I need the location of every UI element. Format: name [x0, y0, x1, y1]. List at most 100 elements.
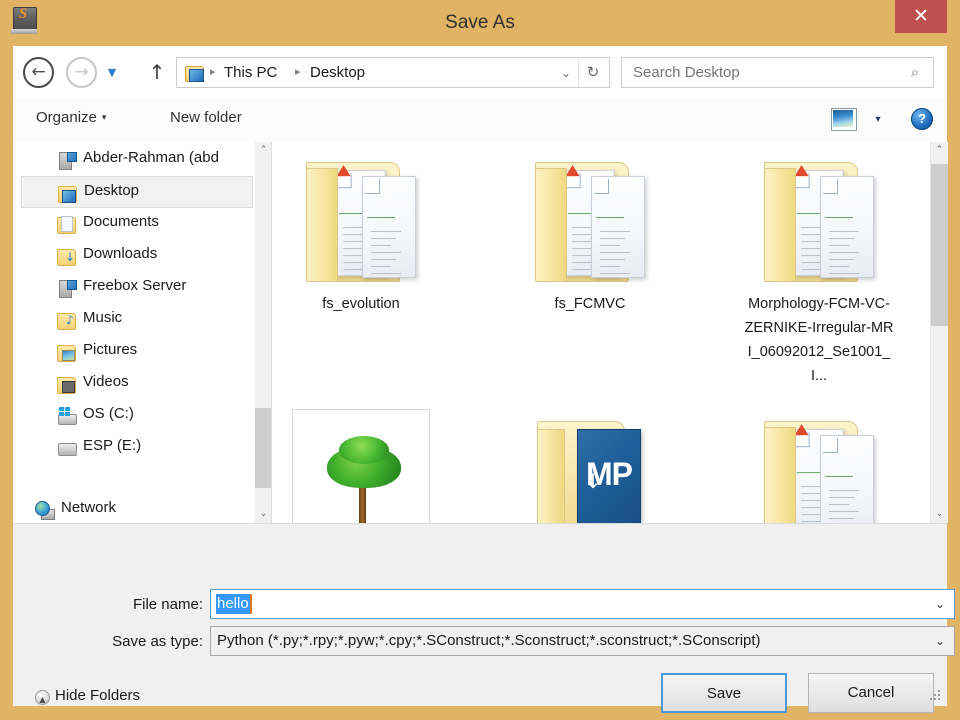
- title-bar[interactable]: S Save As ✕: [0, 0, 960, 46]
- sidebar-item-label: OS (C:): [83, 405, 134, 422]
- refresh-icon[interactable]: ↻: [578, 59, 607, 86]
- documents-folder-icon: [57, 215, 76, 234]
- browser-body: Abder-Rahman (abd Desktop Documents ↓ Downlo…: [13, 142, 948, 523]
- network-icon: [35, 501, 55, 520]
- sidebar-item-network[interactable]: Network: [21, 494, 253, 523]
- save-button[interactable]: Save: [661, 673, 787, 713]
- scrollbar-thumb[interactable]: [255, 408, 272, 488]
- sidebar-item-label: Desktop: [84, 182, 140, 199]
- search-input[interactable]: [631, 63, 895, 82]
- save-as-type-value: Python (*.py;*.rpy;*.pyw;*.cpy;*.SConstr…: [217, 632, 761, 649]
- close-icon: ✕: [913, 5, 929, 27]
- sidebar-item-videos[interactable]: Videos: [21, 368, 253, 400]
- file-item-icon: [286, 144, 436, 292]
- sidebar-item-pictures[interactable]: Pictures: [21, 336, 253, 368]
- scroll-down-button[interactable]: ⌄: [255, 506, 272, 523]
- chevron-down-icon[interactable]: ⌄: [557, 64, 575, 82]
- sidebar-item-freebox-server[interactable]: Freebox Server: [21, 272, 253, 304]
- navigation-sidebar: Abder-Rahman (abd Desktop Documents ↓ Downlo…: [13, 142, 254, 523]
- music-folder-icon: ♪: [57, 311, 76, 330]
- collapse-icon: ▲: [35, 690, 50, 705]
- file-list-item[interactable]: fs_FCMVC: [515, 144, 665, 316]
- videos-folder-icon: [57, 375, 76, 394]
- media-server-icon: [57, 279, 77, 298]
- sidebar-item-label: Downloads: [83, 245, 158, 262]
- file-name-label: File name:: [132, 596, 203, 613]
- arrow-left-icon: ←: [31, 62, 46, 82]
- help-glyph: ?: [918, 111, 926, 126]
- sidebar-item-documents[interactable]: Documents: [21, 208, 253, 240]
- file-item-icon: [744, 403, 894, 523]
- sidebar-item-esp-e[interactable]: ESP (E:): [21, 432, 253, 464]
- save-as-type-select[interactable]: Python (*.py;*.rpy;*.pyw;*.cpy;*.SConstr…: [210, 626, 955, 656]
- sidebar-item-label: Documents: [83, 213, 159, 230]
- sidebar-item-label: Pictures: [83, 341, 138, 358]
- close-button[interactable]: ✕: [895, 0, 947, 33]
- organize-button[interactable]: Organize ▾: [36, 109, 106, 131]
- file-item-label: fs_FCMVC: [554, 296, 626, 312]
- sidebar-item-abder-rahman-abd[interactable]: Abder-Rahman (abd: [21, 144, 253, 176]
- up-one-level-button[interactable]: ↑: [144, 59, 170, 86]
- sidebar-item-os-c[interactable]: OS (C:): [21, 400, 253, 432]
- chevron-down-icon[interactable]: ▾: [871, 115, 885, 125]
- file-list-item[interactable]: [744, 403, 894, 523]
- sidebar-item-label: Videos: [83, 373, 129, 390]
- file-list-scrollbar[interactable]: ⌃ ⌄: [930, 142, 948, 523]
- desktop-folder-icon: [58, 184, 77, 203]
- file-list-item[interactable]: Morphology-FCM-VC-ZERNIKE-Irregular-MRI_…: [744, 144, 894, 388]
- save-form-area: File name: hello ⌄ Save as type: Python …: [13, 523, 955, 713]
- back-button[interactable]: ←: [23, 57, 54, 88]
- search-icon[interactable]: ⌕: [905, 62, 925, 83]
- file-item-icon: [286, 403, 436, 523]
- search-box[interactable]: ⌕: [621, 57, 934, 88]
- navigation-bar: ← → ▼ ↑ ▸ This PC ▸ Desktop ⌄ ↻ Search D…: [13, 46, 947, 99]
- pictures-folder-icon: [57, 343, 76, 362]
- file-list-item[interactable]: MP ↓: [515, 403, 665, 523]
- resize-grip[interactable]: [929, 689, 943, 703]
- file-name-value: hello: [216, 594, 250, 614]
- text-caret: [250, 594, 252, 614]
- file-item-icon: MP ↓: [515, 403, 665, 523]
- xampp-folder-icon: MP ↓: [533, 417, 649, 523]
- sidebar-item-label: Network: [61, 499, 117, 516]
- document-folder-icon: [533, 156, 649, 282]
- sidebar-item-label: ESP (E:): [83, 437, 142, 454]
- sidebar-item-downloads[interactable]: ↓ Downloads: [21, 240, 253, 272]
- file-item-label: fs_evolution: [322, 296, 400, 312]
- cancel-button[interactable]: Cancel: [808, 673, 934, 713]
- save-as-dialog-window: S Save As ✕ ← → ▼ ↑ ▸ This PC ▸ Desktop …: [0, 0, 960, 720]
- scroll-down-button[interactable]: ⌄: [931, 506, 948, 523]
- file-list-view[interactable]: fs_evolution fs_FCMVC Morphology-FCM-VC-ZE…: [272, 142, 930, 523]
- file-list-item[interactable]: [286, 403, 436, 523]
- arrow-right-icon: →: [74, 62, 89, 82]
- sidebar-item-label: Music: [83, 309, 123, 326]
- sidebar-item-label: Freebox Server: [83, 277, 187, 294]
- scroll-up-button[interactable]: ⌃: [255, 142, 272, 159]
- hide-folders-label: Hide Folders: [55, 687, 141, 704]
- chevron-down-icon[interactable]: ⌄: [930, 594, 950, 614]
- breadcrumb-item-desktop[interactable]: Desktop: [310, 64, 365, 81]
- help-icon[interactable]: ?: [911, 108, 933, 130]
- file-item-label: Morphology-FCM-VC-ZERNIKE-Irregular-MRI_…: [744, 296, 894, 384]
- breadcrumb-separator-icon: ▸: [210, 65, 216, 78]
- organize-label: Organize: [36, 109, 97, 126]
- scrollbar-thumb[interactable]: [931, 164, 948, 326]
- save-as-type-label: Save as type:: [112, 633, 203, 650]
- hard-drive-icon: [57, 439, 77, 457]
- chevron-down-icon: ⌄: [934, 634, 946, 648]
- document-folder-icon: [762, 415, 878, 523]
- recent-locations-button[interactable]: ▼: [104, 66, 120, 80]
- breadcrumb-address-bar[interactable]: ▸ This PC ▸ Desktop ⌄ ↻: [176, 57, 610, 88]
- file-list-item[interactable]: fs_evolution: [286, 144, 436, 316]
- sidebar-item-label: Abder-Rahman (abd: [83, 149, 219, 166]
- view-options-icon[interactable]: [831, 108, 857, 131]
- breadcrumb-item-this-pc[interactable]: This PC: [224, 64, 277, 81]
- sidebar-item-desktop[interactable]: Desktop: [21, 176, 253, 208]
- forward-button[interactable]: →: [66, 57, 97, 88]
- document-folder-icon: [762, 156, 878, 282]
- sidebar-item-music[interactable]: ♪ Music: [21, 304, 253, 336]
- new-folder-button[interactable]: New folder: [170, 109, 242, 126]
- file-name-input[interactable]: hello ⌄: [210, 589, 955, 619]
- scroll-up-button[interactable]: ⌃: [931, 142, 948, 159]
- sidebar-scrollbar[interactable]: ⌃ ⌄: [254, 142, 272, 523]
